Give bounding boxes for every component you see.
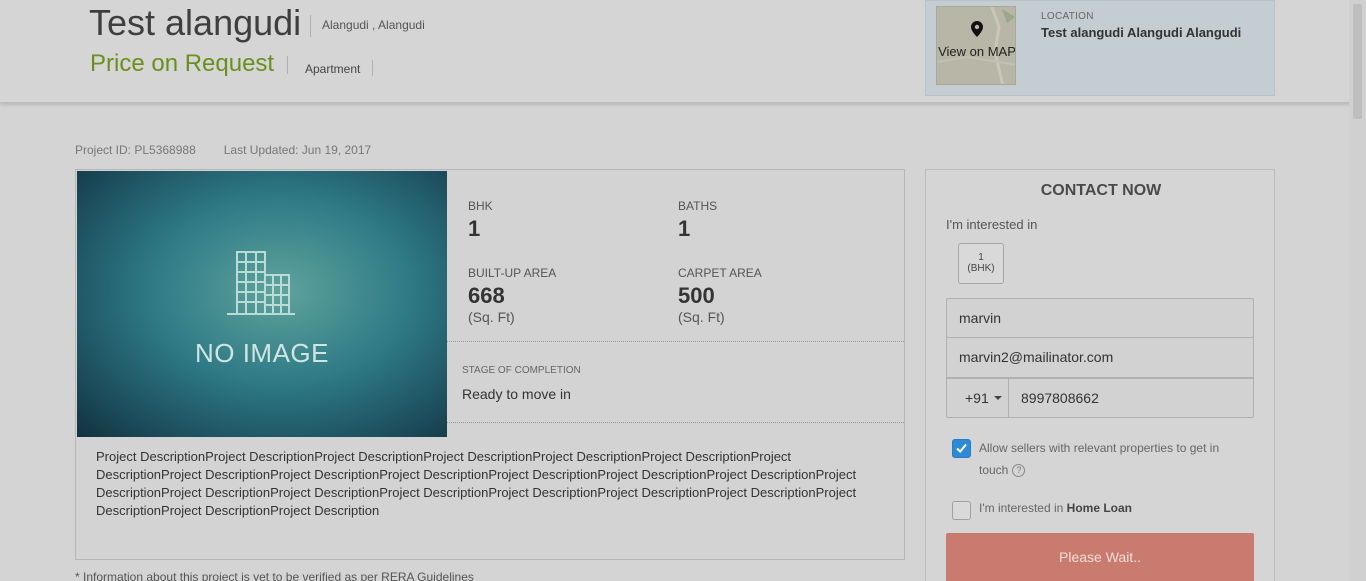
page-scrollbar[interactable] [1349, 0, 1366, 581]
spec-bhk: BHK 1 [468, 199, 493, 242]
spec-label: BATHS [678, 199, 718, 213]
stage-value: Ready to move in [462, 386, 571, 402]
contact-title: CONTACT NOW [1040, 182, 1162, 199]
spec-unit: (Sq. Ft) [468, 309, 515, 325]
property-type: Apartment [305, 62, 361, 76]
property-price: Price on Request [90, 50, 275, 77]
chevron-down-icon [994, 396, 1002, 400]
help-icon[interactable]: ? [1012, 464, 1026, 478]
interest-label: I'm interested in [946, 217, 1038, 232]
home-loan-label: I'm interested in Home Loan [979, 501, 1132, 515]
spec-label: BUILT-UP AREA [468, 266, 557, 280]
spec-value: 1 [678, 216, 691, 241]
stage-label: STAGE OF COMPLETION [462, 365, 581, 376]
scrollbar-thumb[interactable] [1353, 4, 1362, 119]
no-image-label: NO IMAGE [194, 338, 329, 368]
name-field[interactable]: marvin [946, 298, 1254, 338]
spec-label: CARPET AREA [678, 266, 762, 280]
view-on-map-label: View on MAP [938, 44, 1016, 59]
contact-form: CONTACT NOW I'm interested in 1 (BHK) ma… [925, 169, 1275, 581]
listing-card: NO IMAGE BHK 1 BATHS 1 BUILT-UP AREA 668… [75, 169, 905, 560]
divider [287, 56, 288, 74]
building-icon [227, 251, 295, 315]
spec-unit: (Sq. Ft) [678, 309, 725, 325]
phone-field[interactable]: 8997808662 [1021, 390, 1099, 406]
email-field[interactable]: marvin2@mailinator.com [946, 338, 1254, 378]
bhk-chip-value: 1 [978, 252, 984, 263]
location-box: View on MAP LOCATION Test alangudi Alang… [925, 0, 1275, 96]
home-loan-prefix: I'm interested in [979, 501, 1064, 515]
country-code-value: +91 [965, 390, 989, 406]
last-updated: Last Updated: Jun 19, 2017 [223, 143, 372, 157]
home-loan-bold: Home Loan [1066, 501, 1133, 515]
consent-label: Allow sellers with relevant properties t… [979, 437, 1244, 481]
property-specs: BHK 1 BATHS 1 BUILT-UP AREA 668 (Sq. Ft)… [447, 171, 904, 342]
phone-field-group: +91 8997808662 [946, 378, 1254, 418]
stage-of-completion: STAGE OF COMPLETION Ready to move in [447, 343, 904, 423]
consent-checkbox[interactable] [952, 439, 971, 458]
divider [372, 60, 373, 76]
property-locality: Alangudi , Alangudi [322, 18, 425, 32]
submit-button[interactable]: Please Wait.. [946, 533, 1254, 581]
spec-builtup-area: BUILT-UP AREA 668 (Sq. Ft) [468, 266, 556, 325]
location-value: Test alangudi Alangudi Alangudi [1041, 25, 1242, 40]
spec-carpet-area: CARPET AREA 500 (Sq. Ft) [678, 266, 762, 325]
property-image-placeholder: NO IMAGE [77, 171, 447, 437]
bhk-chip-unit: (BHK) [967, 263, 995, 274]
checkmark-icon [956, 443, 967, 453]
country-code-select[interactable]: +91 [947, 379, 1009, 417]
spec-baths: BATHS 1 [678, 199, 717, 242]
project-id: Project ID: PL5368988 [75, 143, 196, 157]
bhk-option-chip[interactable]: 1 (BHK) [958, 243, 1004, 284]
project-description: Project DescriptionProject DescriptionPr… [96, 449, 857, 518]
home-loan-checkbox[interactable] [952, 501, 971, 520]
property-title: Test alangudi [89, 2, 302, 43]
divider [310, 15, 311, 37]
spec-value: 500 [678, 283, 715, 308]
property-header: Test alangudi Alangudi , Alangudi Price … [0, 0, 1366, 103]
project-meta: Project ID: PL5368988 Last Updated: Jun 1… [75, 143, 371, 157]
spec-value: 1 [468, 216, 481, 241]
view-on-map-button[interactable]: View on MAP [936, 6, 1016, 85]
rera-note: * Information about this project is yet … [75, 570, 474, 581]
location-label: LOCATION [1041, 11, 1094, 22]
spec-label: BHK [468, 199, 493, 213]
spec-value: 668 [468, 283, 505, 308]
